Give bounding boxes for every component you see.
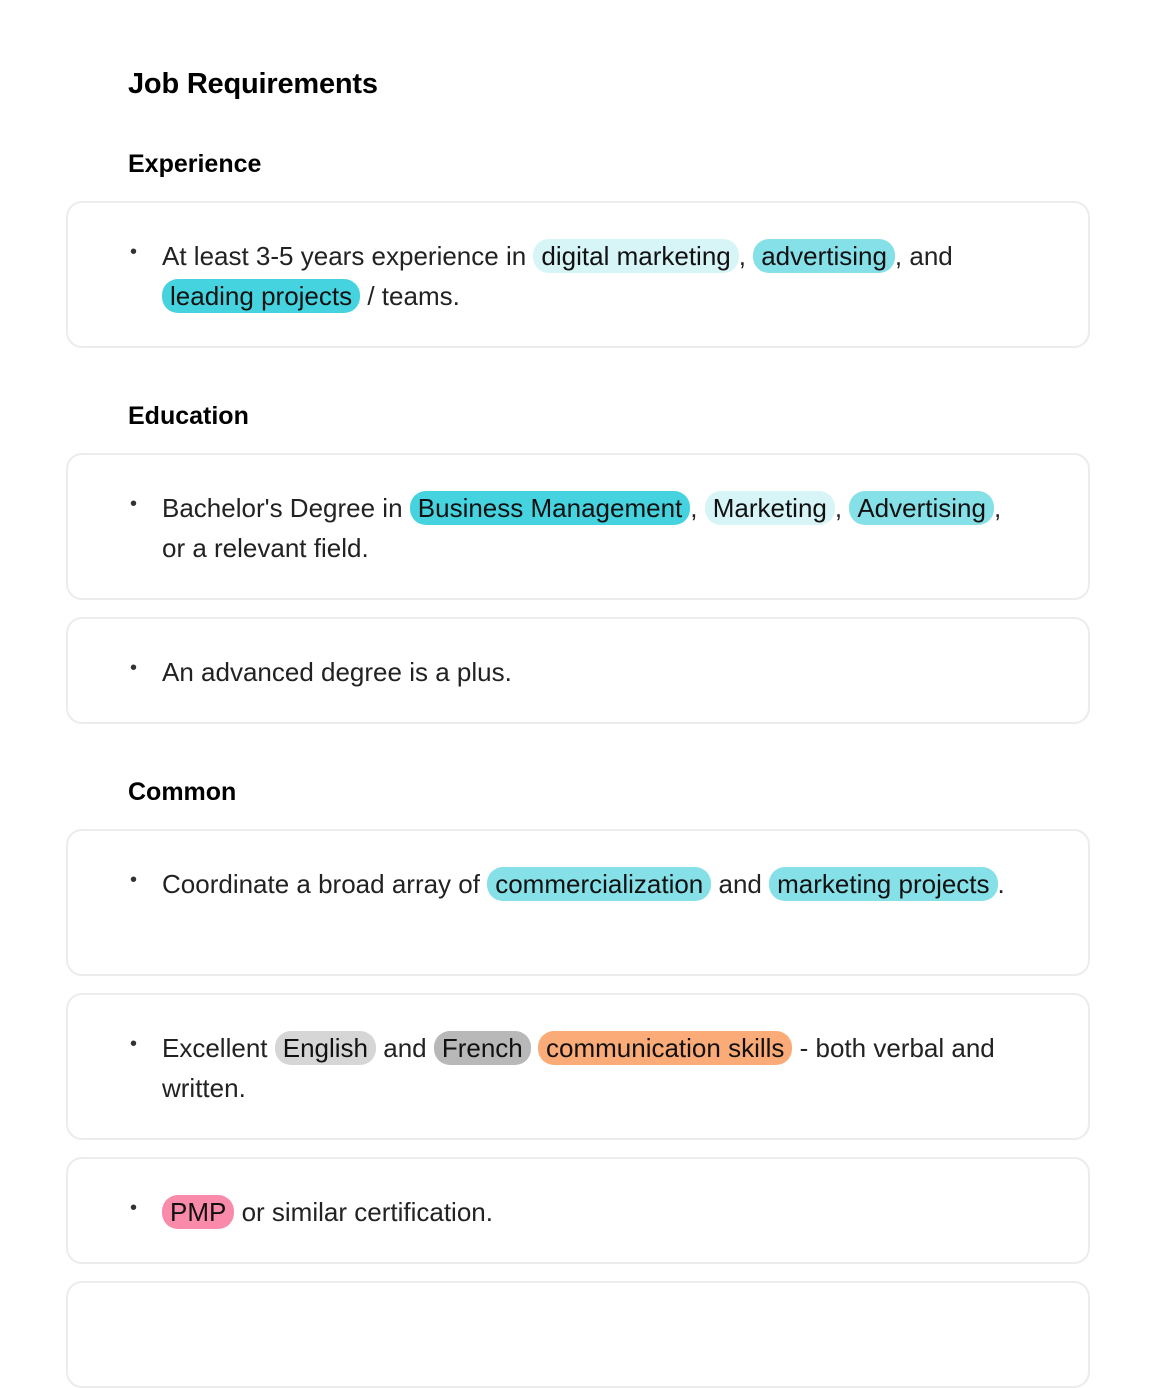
requirement-card: • An advanced degree is a plus. [66, 617, 1090, 724]
requirement-text: At least 3-5 years experience in digital… [162, 236, 1018, 316]
requirement-text-segment: , [690, 493, 705, 523]
bullet-icon: • [130, 493, 138, 515]
bullet-icon: • [130, 241, 138, 263]
requirement-text-segment: and [711, 869, 770, 899]
bullet-icon: • [130, 869, 138, 891]
keyword-tag[interactable]: communication skills [538, 1031, 793, 1065]
requirement-text-segment: An advanced degree is a plus. [162, 657, 512, 687]
keyword-tag[interactable]: PMP [162, 1195, 235, 1229]
section-title-education: Education [128, 402, 249, 430]
requirement-text-segment: Excellent [162, 1033, 275, 1063]
requirement-text-segment: Coordinate a broad array of [162, 869, 488, 899]
requirement-text-segment: , [834, 493, 850, 523]
keyword-tag[interactable]: French [433, 1031, 531, 1065]
keyword-tag[interactable]: digital marketing [533, 239, 739, 273]
keyword-tag[interactable]: Marketing [704, 491, 835, 525]
requirement-text-segment: , [738, 241, 754, 271]
keyword-tag[interactable]: commercialization [487, 867, 712, 901]
requirement-card: • At least 3-5 years experience in digit… [66, 201, 1090, 348]
requirement-card [66, 1281, 1090, 1388]
requirement-text-segment [531, 1033, 538, 1063]
section-title-common: Common [128, 778, 237, 806]
keyword-tag[interactable]: marketing projects [769, 867, 998, 901]
requirement-text-segment: At least 3-5 years experience in [162, 241, 534, 271]
bullet-icon: • [130, 657, 138, 679]
requirement-card: • PMP or similar certification. [66, 1157, 1090, 1264]
keyword-tag[interactable]: Business Management [409, 491, 691, 525]
bullet-icon: • [130, 1197, 138, 1219]
requirement-card: • Excellent English and French communica… [66, 993, 1090, 1140]
requirement-text: Bachelor's Degree in Business Management… [162, 488, 1018, 568]
requirement-text: PMP or similar certification. [162, 1192, 1018, 1232]
requirement-card: • Bachelor's Degree in Business Manageme… [66, 453, 1090, 600]
page-title: Job Requirements [128, 68, 378, 100]
requirement-text-segment: , and [894, 241, 953, 271]
keyword-tag[interactable]: leading projects [162, 279, 361, 313]
keyword-tag[interactable]: advertising [753, 239, 895, 273]
requirement-text-segment: . [997, 869, 1005, 899]
requirement-text: Excellent English and French communicati… [162, 1028, 1018, 1108]
keyword-tag[interactable]: Advertising [849, 491, 994, 525]
keyword-tag[interactable]: English [274, 1031, 377, 1065]
requirement-text: An advanced degree is a plus. [162, 652, 1018, 692]
requirement-text-segment: and [376, 1033, 434, 1063]
requirement-text: Coordinate a broad array of commercializ… [162, 864, 1018, 904]
requirement-text-segment: or similar certification. [234, 1197, 493, 1227]
bullet-icon: • [130, 1033, 138, 1055]
requirement-card: • Coordinate a broad array of commercial… [66, 829, 1090, 976]
requirement-text-segment: Bachelor's Degree in [162, 493, 410, 523]
section-title-experience: Experience [128, 150, 262, 178]
requirement-text-segment: / teams. [360, 281, 460, 311]
